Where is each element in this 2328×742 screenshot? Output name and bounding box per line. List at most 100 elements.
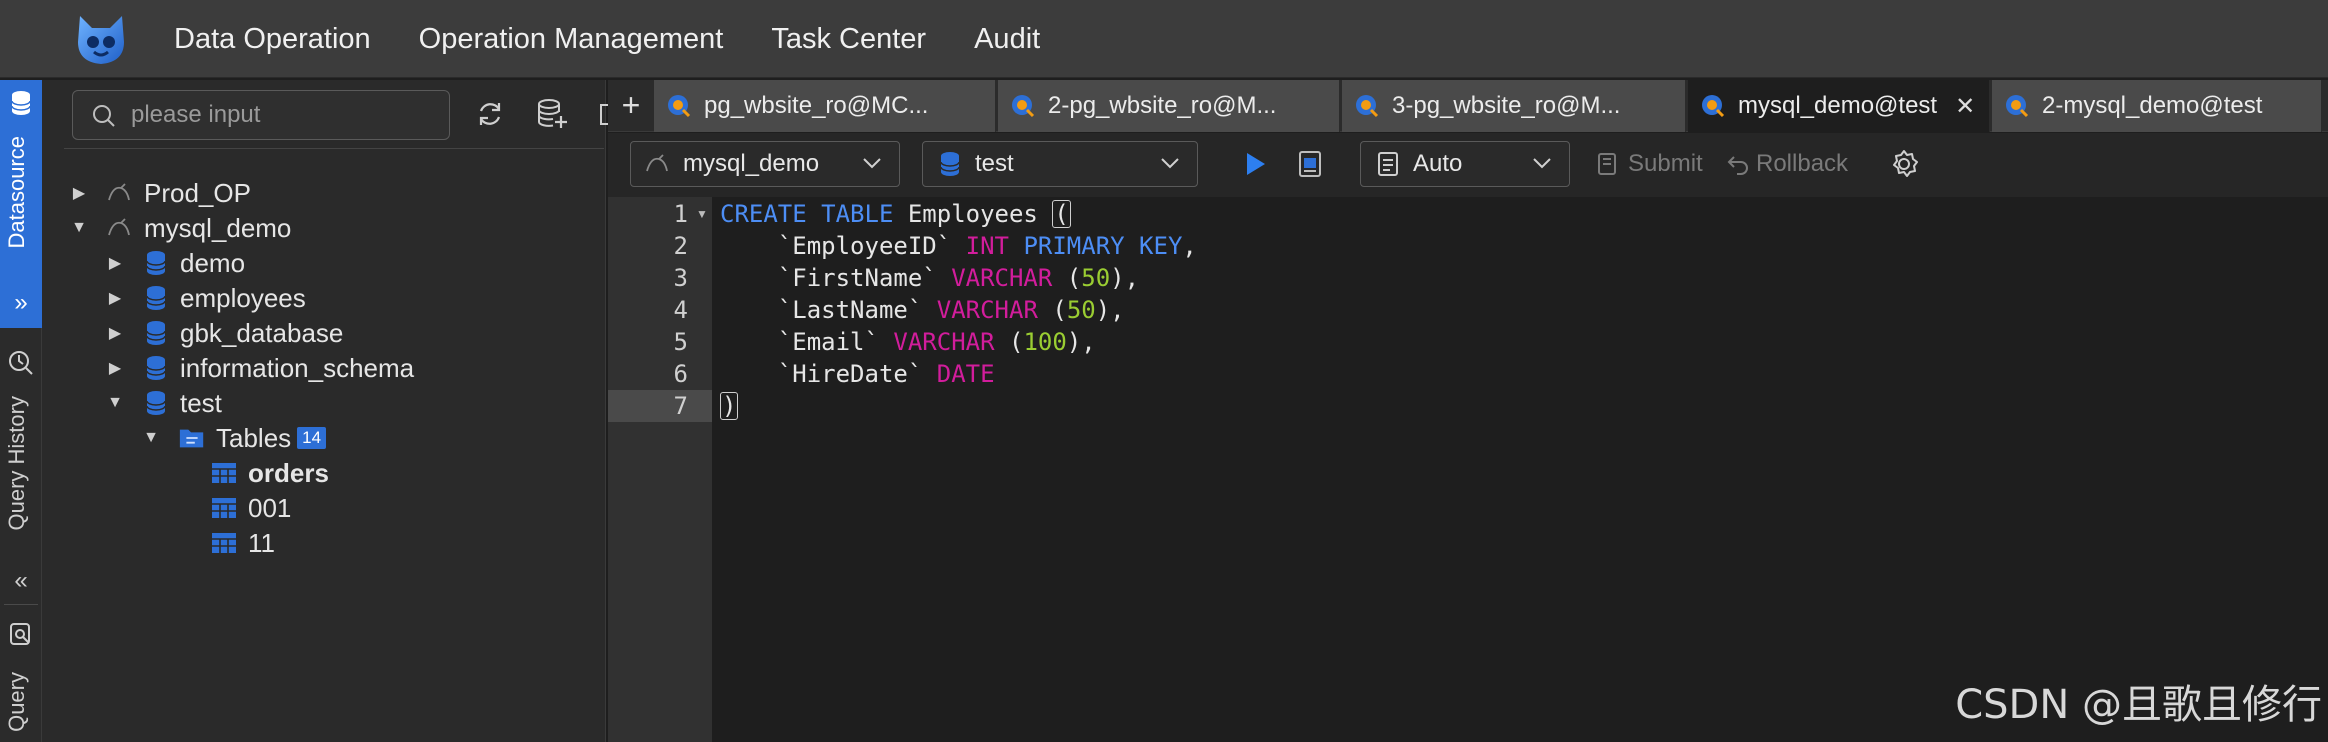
line-number: 1	[673, 200, 688, 228]
play-icon	[1247, 153, 1265, 175]
database-select-value: test	[975, 150, 1014, 177]
tree-item-table[interactable]: 001	[210, 488, 291, 528]
tree-item-connection[interactable]: ▼ mysql_demo	[70, 208, 291, 248]
table-icon	[210, 529, 238, 557]
line-number: 4	[673, 296, 688, 324]
transaction-mode-value: Auto	[1413, 150, 1463, 177]
gear-icon	[1893, 150, 1918, 177]
caret-right-icon[interactable]: ▶	[106, 254, 124, 272]
add-tab-button[interactable]: +	[614, 87, 648, 123]
code-line: `HireDate` DATE	[720, 360, 995, 388]
rollback-label: Rollback	[1756, 150, 1849, 177]
tree-item-database[interactable]: ▶ employees	[106, 278, 306, 318]
main-menu: Data Operation Operation Management Task…	[150, 0, 1064, 78]
mysql-connection-icon	[645, 151, 671, 177]
settings-button[interactable]	[1888, 145, 1920, 183]
tab-label: pg_wbsite_ro@MC...	[704, 92, 929, 119]
code-line: `LastName` VARCHAR (50),	[720, 296, 1125, 324]
query-tab-icon	[668, 95, 691, 118]
nav-task-center[interactable]: Task Center	[747, 23, 950, 56]
tab-label: 2-pg_wbsite_ro@M...	[1048, 92, 1277, 119]
tree-item-label: orders	[248, 457, 329, 488]
database-icon	[142, 389, 170, 417]
tree-item-table[interactable]: orders	[210, 453, 329, 493]
caret-down-icon[interactable]: ▼	[70, 219, 88, 237]
tree-item-label: test	[180, 387, 222, 418]
caret-right-icon[interactable]: ▶	[70, 184, 88, 202]
chevron-down-icon	[1533, 158, 1551, 169]
code-line: `EmployeeID` INT PRIMARY KEY,	[720, 232, 1197, 260]
editor-tab[interactable]: 2-pg_wbsite_ro@M...	[998, 80, 1340, 132]
tree-item-label: mysql_demo	[144, 212, 292, 243]
database-icon	[142, 319, 170, 347]
tree-item-label: information_schema	[180, 352, 415, 383]
transaction-mode-select[interactable]: Auto	[1360, 141, 1570, 187]
tree-item-database[interactable]: ▶ demo	[106, 243, 245, 283]
search-box[interactable]	[72, 90, 450, 140]
caret-down-icon[interactable]: ▼	[142, 429, 160, 447]
caret-right-icon[interactable]: ▶	[106, 289, 124, 307]
sql-editor[interactable]: CREATE TABLE Employees ( `EmployeeID` IN…	[712, 197, 2328, 742]
editor-tab[interactable]: 2-mysql_demo@test	[1992, 80, 2322, 132]
caret-right-icon[interactable]: ▶	[106, 359, 124, 377]
run-button[interactable]	[1240, 145, 1270, 183]
table-count-badge: 14	[297, 427, 327, 449]
query-tab-icon	[1702, 95, 1725, 118]
editor-tab[interactable]: pg_wbsite_ro@MC...	[654, 80, 996, 132]
nav-data-operation[interactable]: Data Operation	[150, 23, 395, 56]
left-rail: Datasource » Query History « Query	[0, 80, 42, 742]
tab-label: 3-pg_wbsite_ro@M...	[1392, 92, 1621, 119]
line-number: 7	[673, 392, 688, 420]
refresh-icon[interactable]	[472, 96, 508, 132]
tree-item-tables-folder[interactable]: ▼ Tables 14	[142, 418, 327, 458]
editor-tab-active[interactable]: mysql_demo@test ✕	[1688, 80, 1990, 132]
watermark: CSDN @且歌且修行	[1955, 682, 2322, 728]
nav-audit[interactable]: Audit	[950, 23, 1064, 56]
tree-item-table[interactable]: 11	[210, 523, 275, 563]
submit-icon	[1598, 153, 1616, 175]
search-input[interactable]	[131, 97, 431, 133]
close-icon[interactable]: ✕	[1955, 92, 1975, 121]
query-tab-icon	[2006, 95, 2029, 118]
submit-button[interactable]: Submit	[1596, 145, 1703, 183]
tree-item-label: demo	[180, 247, 246, 278]
tree-item-database[interactable]: ▶ information_schema	[106, 348, 414, 388]
tree-item-database[interactable]: ▼ test	[106, 383, 222, 423]
rail-query-history-label[interactable]: Query History	[4, 396, 30, 530]
rollback-button[interactable]: Rollback	[1726, 145, 1848, 183]
format-icon	[1299, 151, 1321, 177]
mysql-connection-icon	[106, 179, 134, 207]
table-icon	[210, 494, 238, 522]
query-icon[interactable]	[6, 620, 36, 650]
database-icon	[6, 88, 36, 118]
rail-datasource-tab[interactable]: Datasource »	[0, 80, 42, 328]
double-chevron-left-icon[interactable]: «	[6, 566, 36, 596]
line-number: 5	[673, 328, 688, 356]
rail-datasource-label: Datasource	[4, 136, 29, 249]
tree-item-database[interactable]: ▶ gbk_database	[106, 313, 344, 353]
database-select[interactable]: test	[922, 141, 1198, 187]
nav-operation-management[interactable]: Operation Management	[395, 23, 748, 56]
history-icon[interactable]	[6, 348, 36, 378]
code-line: CREATE TABLE Employees (	[720, 200, 1071, 228]
rail-query-label[interactable]: Query	[4, 672, 30, 732]
connection-select[interactable]: mysql_demo	[630, 141, 900, 187]
database-icon	[142, 354, 170, 382]
editor-tab[interactable]: 3-pg_wbsite_ro@M...	[1342, 80, 1686, 132]
tree-item-label: employees	[180, 282, 306, 313]
top-navigation-bar: Data Operation Operation Management Task…	[0, 0, 2328, 78]
app-logo-icon	[78, 16, 124, 64]
double-chevron-right-icon[interactable]: »	[6, 288, 36, 318]
caret-down-icon[interactable]: ▼	[106, 394, 124, 412]
line-number: 6	[673, 360, 688, 388]
fold-caret-icon[interactable]: ▼	[696, 198, 710, 230]
datasource-panel: ▶ Prod_OP ▼ mysql_demo ▶ demo ▶ employee…	[42, 80, 644, 742]
tree-item-label: 001	[248, 492, 292, 523]
caret-right-icon[interactable]: ▶	[106, 324, 124, 342]
format-button[interactable]	[1296, 145, 1326, 183]
tree-item-label: gbk_database	[180, 317, 344, 348]
mysql-connection-icon	[106, 214, 134, 242]
line-number: 2	[673, 232, 688, 260]
tree-item-connection[interactable]: ▶ Prod_OP	[70, 173, 251, 213]
add-datasource-icon[interactable]	[534, 96, 570, 132]
